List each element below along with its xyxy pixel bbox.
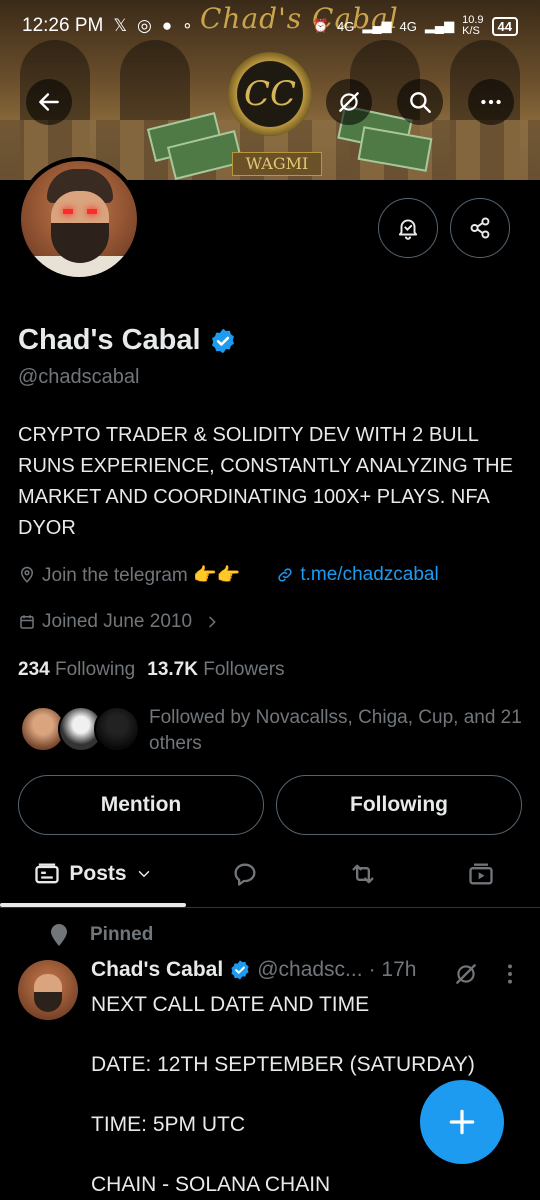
network-label: 4G: [399, 18, 417, 34]
profile-avatar[interactable]: [17, 157, 141, 281]
profile-name-row: Chad's Cabal: [18, 324, 237, 357]
network-speed-unit: K/S: [462, 25, 480, 37]
link-icon: [278, 568, 292, 582]
post-line: CHAIN - SOLANA CHAIN: [91, 1173, 331, 1196]
post-author-avatar[interactable]: [18, 960, 78, 1020]
profile-tabs: Posts: [0, 842, 540, 908]
pinned-label: Pinned: [90, 924, 154, 945]
bell-check-icon: [398, 219, 418, 240]
signal-icon: ▂▄▆: [362, 18, 392, 33]
calendar-icon: [20, 615, 34, 629]
grok-button[interactable]: [326, 79, 372, 125]
tab-reposts[interactable]: [318, 842, 408, 906]
compose-post-button[interactable]: [420, 1080, 504, 1164]
follow-counts: 234 Following 13.7K Followers: [18, 659, 285, 681]
post-more-button[interactable]: [492, 954, 528, 994]
network-speed: 10.9 K/S: [462, 15, 483, 37]
signal-icon: ▂▄▆: [424, 18, 455, 33]
profile-website-link[interactable]: t.me/chadzcabal: [300, 564, 438, 586]
post-header: Chad's Cabal @chadsc... · 17h: [91, 958, 416, 982]
back-button[interactable]: [26, 79, 72, 125]
tab-posts[interactable]: Posts: [0, 842, 186, 907]
profile-meta-row: Join the telegram 👉👉 t.me/chadzcabal: [18, 563, 439, 587]
banner-tagline: WAGMI: [232, 152, 322, 176]
share-button[interactable]: [450, 198, 510, 258]
repost-icon: [352, 864, 374, 884]
pinned-indicator: Pinned: [48, 922, 153, 948]
post-line: [91, 1020, 511, 1050]
battery-indicator: 44: [491, 16, 518, 36]
chevron-down-icon: [138, 871, 149, 878]
mention-button[interactable]: Mention: [18, 775, 264, 835]
chevron-right-icon: [209, 616, 216, 628]
verified-badge-icon[interactable]: [209, 327, 237, 355]
more-icon: [481, 99, 501, 105]
avatar-laser-eye: [63, 209, 73, 214]
media-icon: [469, 863, 493, 885]
avatar: [94, 706, 140, 752]
tab-replies[interactable]: [200, 842, 290, 906]
post-line: DATE: 12TH SEPTEMBER (SATURDAY): [91, 1053, 475, 1076]
notification-icons: 𝕏 ◎ ● ∘: [113, 16, 192, 36]
search-icon: [410, 92, 431, 113]
x-icon: 𝕏: [113, 16, 128, 35]
following-count: 234: [18, 659, 50, 680]
followers-count: 13.7K: [147, 659, 198, 680]
pin-icon: [51, 924, 67, 946]
profile-bio: CRYPTO TRADER & SOLIDITY DEV WITH 2 BULL…: [18, 424, 513, 539]
plus-icon: [449, 1109, 475, 1135]
avatar-laser-eye: [87, 209, 97, 214]
profile-joined-row[interactable]: Joined June 2010: [18, 611, 220, 633]
share-icon: [470, 217, 490, 239]
post-line: NEXT CALL DATE AND TIME: [91, 993, 370, 1016]
post-timestamp: · 17h: [368, 958, 417, 981]
followers-count-link[interactable]: 13.7K Followers: [147, 659, 284, 681]
avatar-beard: [34, 992, 62, 1012]
alarm-icon: ⏰: [312, 18, 329, 33]
status-right: ⏰ 4G ▂▄▆ 4G ▂▄▆ 10.9 K/S 44: [313, 15, 518, 37]
banner-logo: CC: [228, 52, 312, 136]
search-button[interactable]: [397, 79, 443, 125]
followers-label: Followers: [203, 659, 285, 680]
status-time: 12:26 PM: [22, 15, 104, 36]
tab-media[interactable]: [436, 842, 526, 906]
followed-by-text[interactable]: Followed by Novacallss, Chiga, Cup, and …: [149, 705, 524, 757]
mutual-followers-avatars[interactable]: [20, 706, 140, 754]
more-options-button[interactable]: [468, 79, 514, 125]
notifications-button[interactable]: [378, 198, 438, 258]
chat-icon: ●: [161, 16, 173, 35]
tab-posts-label: Posts: [69, 862, 127, 885]
whatsapp-icon: ◎: [137, 16, 152, 35]
profile-joined-date: Joined June 2010: [42, 611, 193, 632]
reply-bubble-icon: [234, 863, 256, 886]
post-author-name[interactable]: Chad's Cabal: [91, 958, 223, 982]
post-grok-button[interactable]: [446, 954, 486, 994]
back-arrow-icon: [39, 93, 59, 111]
profile-name: Chad's Cabal: [18, 324, 201, 356]
following-label: Following: [54, 659, 136, 680]
posts-icon: [35, 863, 60, 884]
status-bar: 12:26 PM 𝕏 ◎ ● ∘ ⏰ 4G ▂▄▆ 4G ▂▄▆ 10.9 K/…: [0, 0, 540, 52]
profile-handle: @chadscabal: [18, 366, 140, 388]
network-label: 4G: [336, 18, 355, 34]
active-tab-indicator: [0, 903, 186, 907]
post-author-handle[interactable]: @chadsc...: [257, 958, 362, 982]
grok-icon: [339, 92, 359, 112]
location-pin-icon: [20, 566, 34, 583]
dot-icon: ∘: [182, 16, 193, 35]
grok-icon: [456, 964, 476, 984]
following-button[interactable]: Following: [276, 775, 522, 835]
verified-badge-icon[interactable]: [229, 959, 251, 981]
profile-location: Join the telegram 👉👉: [42, 565, 241, 586]
following-count-link[interactable]: 234 Following: [18, 659, 135, 681]
vertical-more-icon: [508, 964, 512, 984]
banner-logo-text: CC: [243, 74, 297, 114]
